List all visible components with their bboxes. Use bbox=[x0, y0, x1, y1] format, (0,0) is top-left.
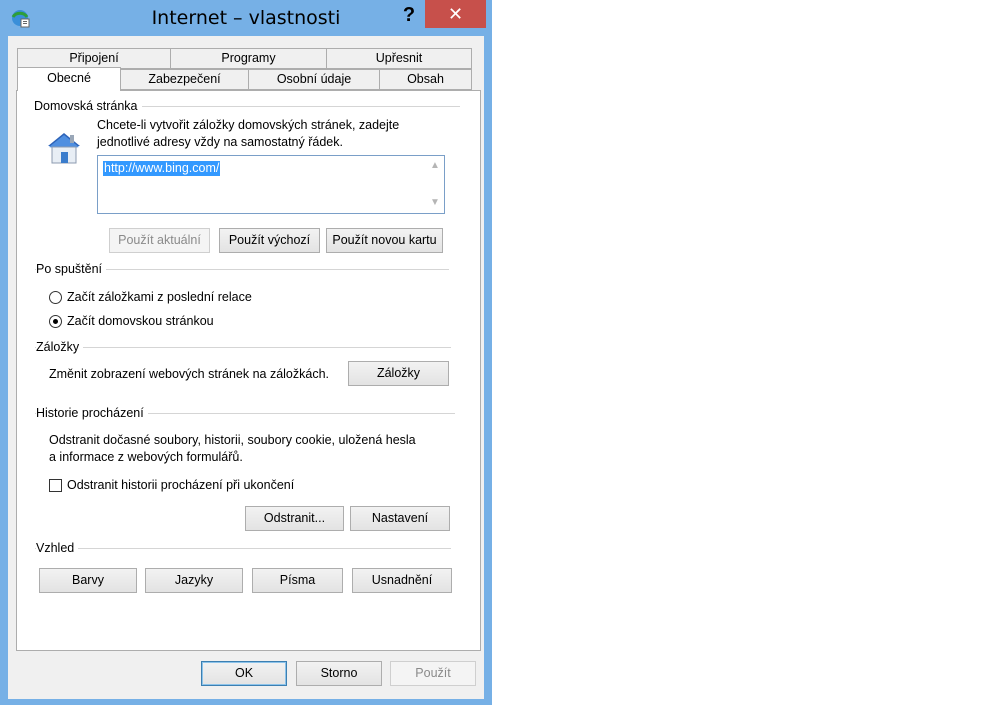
tab-osobni-udaje[interactable]: Osobní údaje bbox=[248, 69, 380, 90]
accessibility-button[interactable]: Usnadnění bbox=[352, 568, 452, 593]
appearance-group-label: Vzhled bbox=[36, 541, 79, 555]
tabs-group-description: Změnit zobrazení webových stránek na zál… bbox=[49, 367, 329, 381]
tab-pripojeni[interactable]: Připojení bbox=[17, 48, 171, 69]
title-bar[interactable]: Internet – vlastnosti ? ✕ bbox=[0, 0, 492, 36]
tab-upresnit[interactable]: Upřesnit bbox=[326, 48, 472, 69]
scroll-down-icon[interactable]: ▼ bbox=[430, 198, 440, 208]
homepage-url-value: http://www.bing.com/ bbox=[103, 161, 221, 176]
close-button[interactable]: ✕ bbox=[425, 0, 486, 28]
history-settings-button[interactable]: Nastavení bbox=[350, 506, 450, 531]
history-description-line1: Odstranit dočasné soubory, historii, sou… bbox=[49, 433, 416, 447]
tabs-group-label: Záložky bbox=[36, 340, 84, 354]
homepage-description-line2: jednotlivé adresy vždy na samostatný řád… bbox=[97, 135, 343, 149]
homepage-url-textarea[interactable]: http://www.bing.com/ ▲ ▼ bbox=[97, 155, 445, 214]
cancel-button[interactable]: Storno bbox=[296, 661, 382, 686]
startup-last-session-label[interactable]: Začít záložkami z poslední relace bbox=[67, 289, 252, 306]
languages-button[interactable]: Jazyky bbox=[145, 568, 243, 593]
house-icon bbox=[48, 133, 80, 164]
colors-button[interactable]: Barvy bbox=[39, 568, 137, 593]
use-default-button[interactable]: Použít výchozí bbox=[219, 228, 320, 253]
history-description-line2: a informace z webových formulářů. bbox=[49, 450, 243, 464]
fonts-button[interactable]: Písma bbox=[252, 568, 343, 593]
history-group-label: Historie procházení bbox=[36, 406, 148, 420]
radio-selected-dot bbox=[53, 319, 58, 324]
startup-group-label: Po spuštění bbox=[36, 262, 107, 276]
startup-homepage-label[interactable]: Začít domovskou stránkou bbox=[67, 313, 214, 330]
apply-button[interactable]: Použít bbox=[390, 661, 476, 686]
general-tab-panel: Domovská stránka Chcete-li vytvořit zálo… bbox=[16, 90, 481, 651]
tab-programy[interactable]: Programy bbox=[170, 48, 327, 69]
homepage-group-label: Domovská stránka bbox=[34, 99, 142, 113]
tab-zabezpeceni[interactable]: Zabezpečení bbox=[120, 69, 249, 90]
homepage-description-line1: Chcete-li vytvořit záložky domovských st… bbox=[97, 118, 400, 132]
tab-obsah[interactable]: Obsah bbox=[379, 69, 472, 90]
dialog-window: Internet – vlastnosti ? ✕ Připojení Prog… bbox=[0, 0, 492, 705]
use-current-button[interactable]: Použít aktuální bbox=[109, 228, 210, 253]
tabs-settings-button[interactable]: Záložky bbox=[348, 361, 449, 386]
tabs-group-line bbox=[35, 347, 451, 348]
use-new-tab-button[interactable]: Použít novou kartu bbox=[326, 228, 443, 253]
dialog-client-area: Připojení Programy Upřesnit Obecné Zabez… bbox=[8, 36, 484, 699]
appearance-group-line bbox=[35, 548, 451, 549]
help-button[interactable]: ? bbox=[396, 2, 422, 28]
delete-history-on-exit-label[interactable]: Odstranit historii procházení při ukonče… bbox=[67, 477, 294, 494]
ok-button[interactable]: OK bbox=[201, 661, 287, 686]
delete-history-on-exit-checkbox[interactable] bbox=[49, 479, 62, 492]
tab-obecne[interactable]: Obecné bbox=[17, 67, 121, 91]
startup-last-session-radio[interactable] bbox=[49, 291, 62, 304]
startup-homepage-radio[interactable] bbox=[49, 315, 62, 328]
scroll-up-icon[interactable]: ▲ bbox=[430, 161, 440, 171]
delete-history-button[interactable]: Odstranit... bbox=[245, 506, 344, 531]
